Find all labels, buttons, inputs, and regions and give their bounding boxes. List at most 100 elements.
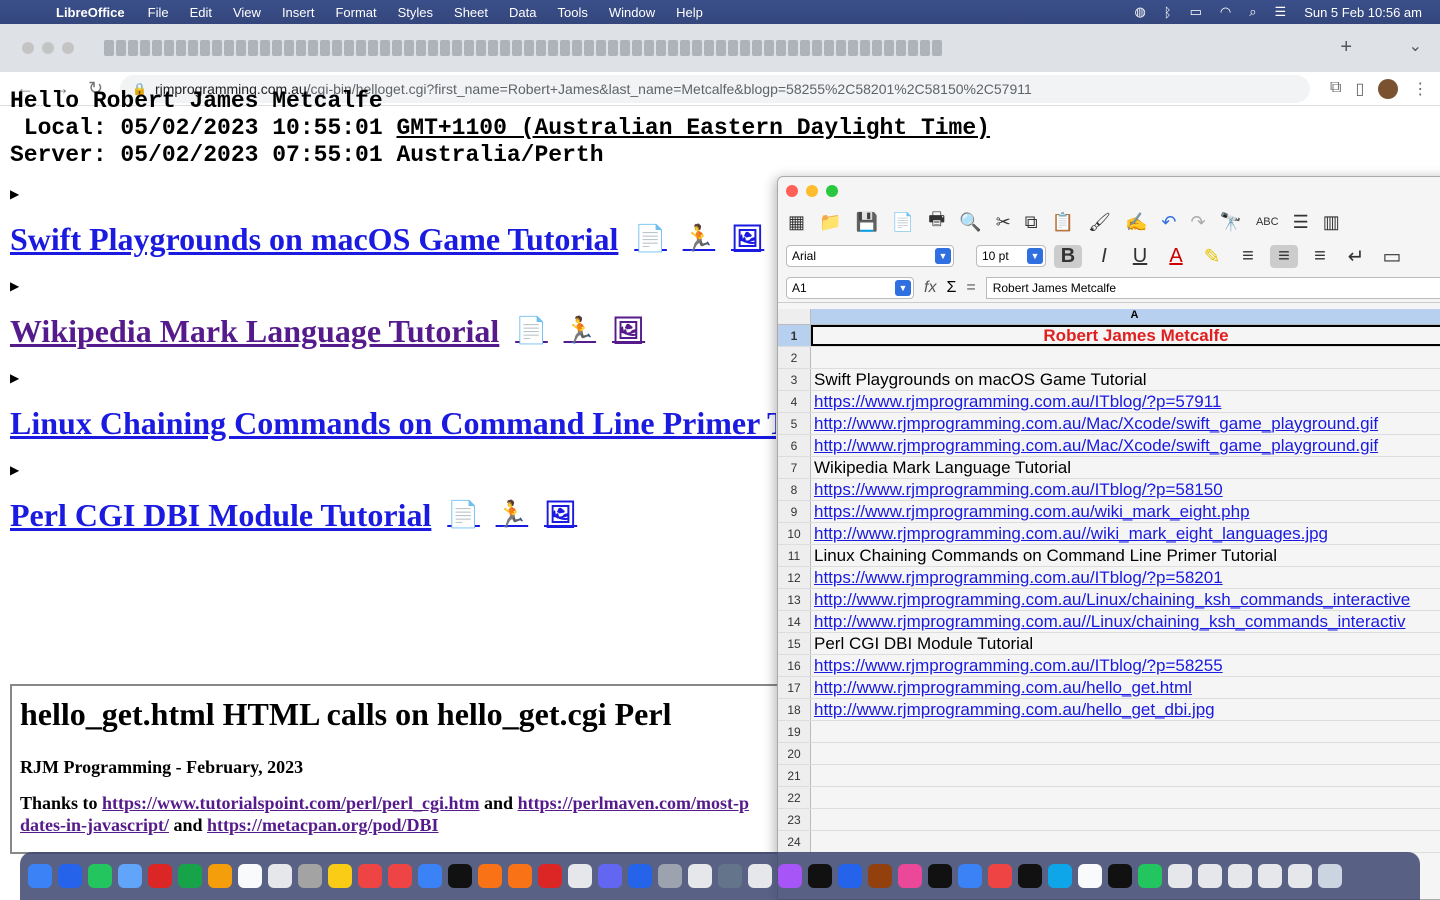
browser-tab[interactable]: [188, 40, 198, 56]
cell-a3[interactable]: Swift Playgrounds on macOS Game Tutorial: [811, 369, 1440, 390]
dock-app-icon[interactable]: [1078, 864, 1102, 888]
save-icon[interactable]: 💾: [855, 212, 877, 233]
browser-tab[interactable]: [704, 40, 714, 56]
row-header[interactable]: 15: [778, 633, 811, 654]
dock-app-icon[interactable]: [718, 864, 742, 888]
browser-tab[interactable]: [464, 40, 474, 56]
dock-app-icon[interactable]: [1108, 864, 1132, 888]
menubar-clock[interactable]: Sun 5 Feb 10:56 am: [1304, 5, 1422, 20]
calc-zoom-button[interactable]: [826, 185, 838, 197]
dock-app-icon[interactable]: [778, 864, 802, 888]
select-all-corner[interactable]: [778, 309, 811, 325]
cell-a24[interactable]: [811, 831, 1440, 852]
browser-tab[interactable]: [272, 40, 282, 56]
highlight-color-icon[interactable]: ✎: [1198, 244, 1226, 269]
browser-tab[interactable]: [884, 40, 894, 56]
dock-app-icon[interactable]: [178, 864, 202, 888]
tutorial-title[interactable]: Perl CGI DBI Module Tutorial: [10, 497, 431, 534]
browser-tab[interactable]: [164, 40, 174, 56]
control-center-icon[interactable]: ☰: [1275, 4, 1287, 20]
browser-tab[interactable]: [212, 40, 222, 56]
print-icon[interactable]: 🖶: [928, 207, 945, 237]
cell-a20[interactable]: [811, 743, 1440, 764]
row-header[interactable]: 21: [778, 765, 811, 786]
dock-app-icon[interactable]: [658, 864, 682, 888]
runner-icon[interactable]: 🏃: [496, 500, 528, 530]
picture-icon[interactable]: 🖼: [544, 500, 577, 530]
browser-tab[interactable]: [284, 40, 294, 56]
dock-app-icon[interactable]: [838, 864, 862, 888]
thanks-link-tutorialspoint[interactable]: https://www.tutorialspoint.com/perl/perl…: [102, 793, 479, 813]
redo-icon[interactable]: ↷: [1190, 212, 1205, 233]
dock-app-icon[interactable]: [328, 864, 352, 888]
menu-sheet[interactable]: Sheet: [454, 5, 488, 20]
menu-tools[interactable]: Tools: [557, 5, 587, 20]
row-header[interactable]: 16: [778, 655, 811, 676]
browser-tab[interactable]: [560, 40, 570, 56]
row-header[interactable]: 10: [778, 523, 811, 544]
open-folder-icon[interactable]: 📁: [819, 212, 841, 233]
row-header[interactable]: 1: [778, 325, 811, 346]
dock-app-icon[interactable]: [478, 864, 502, 888]
row-header[interactable]: 2: [778, 347, 811, 368]
browser-tab[interactable]: [116, 40, 126, 56]
function-wizard-icon[interactable]: fx: [924, 279, 936, 297]
zoom-button[interactable]: [62, 42, 74, 54]
formula-icon[interactable]: =: [966, 279, 975, 297]
browser-tab[interactable]: [296, 40, 306, 56]
dock-app-icon[interactable]: [1198, 864, 1222, 888]
browser-tab[interactable]: [668, 40, 678, 56]
browser-tab[interactable]: [920, 40, 930, 56]
cell-a9[interactable]: https://www.rjmprogramming.com.au/wiki_m…: [811, 501, 1440, 522]
dock-app-icon[interactable]: [1288, 864, 1312, 888]
copy-icon[interactable]: ⧉: [1025, 212, 1038, 233]
cell-a4[interactable]: https://www.rjmprogramming.com.au/ITblog…: [811, 391, 1440, 412]
chevron-down-icon[interactable]: ▼: [935, 248, 951, 264]
cell-a10[interactable]: http://www.rjmprogramming.com.au//wiki_m…: [811, 523, 1440, 544]
browser-tab[interactable]: [752, 40, 762, 56]
close-button[interactable]: [22, 42, 34, 54]
browser-tab[interactable]: [572, 40, 582, 56]
tab-search-icon[interactable]: ⌄: [1409, 36, 1422, 56]
browser-tab[interactable]: [680, 40, 690, 56]
runner-icon[interactable]: 🏃: [683, 224, 715, 254]
clear-format-icon[interactable]: ✍: [1125, 212, 1147, 233]
row-header[interactable]: 12: [778, 567, 811, 588]
bluetooth-icon[interactable]: ᛒ: [1164, 5, 1172, 20]
tutorial-title[interactable]: Linux Chaining Commands on Command Line …: [10, 405, 776, 442]
underline-button[interactable]: U: [1126, 245, 1154, 268]
cell-a18[interactable]: http://www.rjmprogramming.com.au/hello_g…: [811, 699, 1440, 720]
browser-tab[interactable]: [416, 40, 426, 56]
menu-format[interactable]: Format: [335, 5, 376, 20]
align-center-icon[interactable]: ≡: [1270, 244, 1298, 268]
menu-data[interactable]: Data: [509, 5, 536, 20]
sum-icon[interactable]: Σ: [946, 279, 956, 297]
browser-tab[interactable]: [392, 40, 402, 56]
merge-cells-icon[interactable]: ▭: [1378, 244, 1406, 269]
row-header[interactable]: 8: [778, 479, 811, 500]
dock-app-icon[interactable]: [118, 864, 142, 888]
browser-tab[interactable]: [872, 40, 882, 56]
dock-app-icon[interactable]: [1318, 864, 1342, 888]
dock-app-icon[interactable]: [508, 864, 532, 888]
name-box[interactable]: A1 ▼: [786, 276, 914, 299]
column-icon[interactable]: ▥: [1323, 212, 1340, 233]
dock-app-icon[interactable]: [598, 864, 622, 888]
align-right-icon[interactable]: ≡: [1306, 245, 1334, 268]
dock-app-icon[interactable]: [298, 864, 322, 888]
cell-a21[interactable]: [811, 765, 1440, 786]
browser-tab[interactable]: [356, 40, 366, 56]
row-header[interactable]: 23: [778, 809, 811, 830]
browser-tab[interactable]: [836, 40, 846, 56]
search-icon[interactable]: ⌕: [1249, 4, 1256, 20]
browser-tab[interactable]: [656, 40, 666, 56]
clone-format-icon[interactable]: 🖌: [1088, 212, 1111, 233]
menu-file[interactable]: File: [148, 5, 169, 20]
document-icon[interactable]: 📄: [447, 500, 479, 530]
row-header[interactable]: 17: [778, 677, 811, 698]
undo-icon[interactable]: ↶: [1161, 212, 1176, 233]
browser-tab[interactable]: [176, 40, 186, 56]
dock-app-icon[interactable]: [58, 864, 82, 888]
dock-app-icon[interactable]: [358, 864, 382, 888]
globe-icon[interactable]: ◍: [1134, 4, 1145, 20]
